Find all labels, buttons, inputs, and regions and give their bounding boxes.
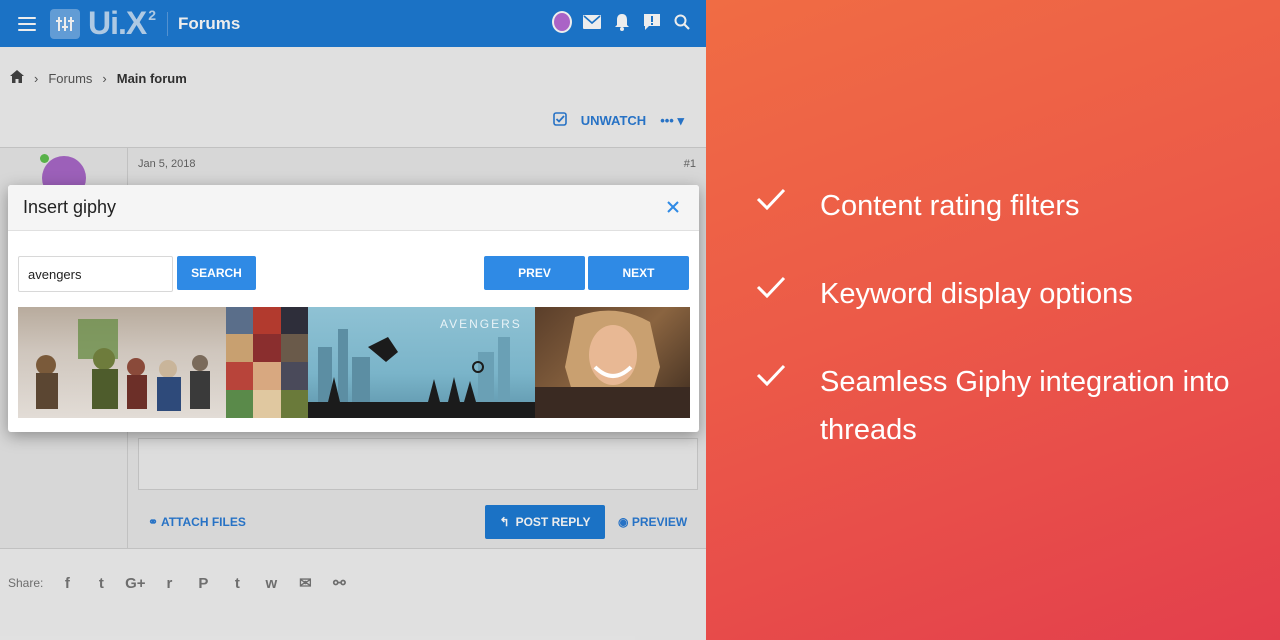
checkmark-icon	[756, 188, 786, 210]
gif-result-3[interactable]: AVENGERS	[308, 307, 535, 418]
feature-text: Content rating filters	[820, 190, 1080, 222]
gif-result-4[interactable]	[535, 307, 690, 418]
forum-app: Ui.X 2 Forums › Forums › Main forum UNWAT…	[0, 0, 706, 640]
feature-item: Seamless Giphy integration into threads	[756, 358, 1240, 454]
search-button[interactable]: SEARCH	[177, 256, 256, 290]
feature-item: Keyword display options	[756, 270, 1240, 318]
checkmark-icon	[756, 364, 786, 386]
feature-item: Content rating filters	[756, 182, 1240, 230]
modal-title: Insert giphy	[23, 197, 117, 217]
gif-caption: AVENGERS	[440, 317, 522, 331]
insert-giphy-modal: Insert giphy SEARCH PREV NEXT	[8, 185, 699, 432]
giphy-search-input[interactable]	[18, 256, 173, 292]
close-icon[interactable]	[663, 197, 683, 217]
feature-text: Seamless Giphy integration into threads	[820, 366, 1230, 446]
prev-button[interactable]: PREV	[484, 256, 585, 290]
gif-result-2[interactable]	[226, 307, 308, 418]
promo-panel: Content rating filters Keyword display o…	[706, 0, 1280, 640]
feature-text: Keyword display options	[820, 278, 1133, 310]
next-button[interactable]: NEXT	[588, 256, 689, 290]
checkmark-icon	[756, 276, 786, 298]
modal-header: Insert giphy	[8, 185, 699, 231]
gif-result-1[interactable]	[18, 307, 226, 418]
